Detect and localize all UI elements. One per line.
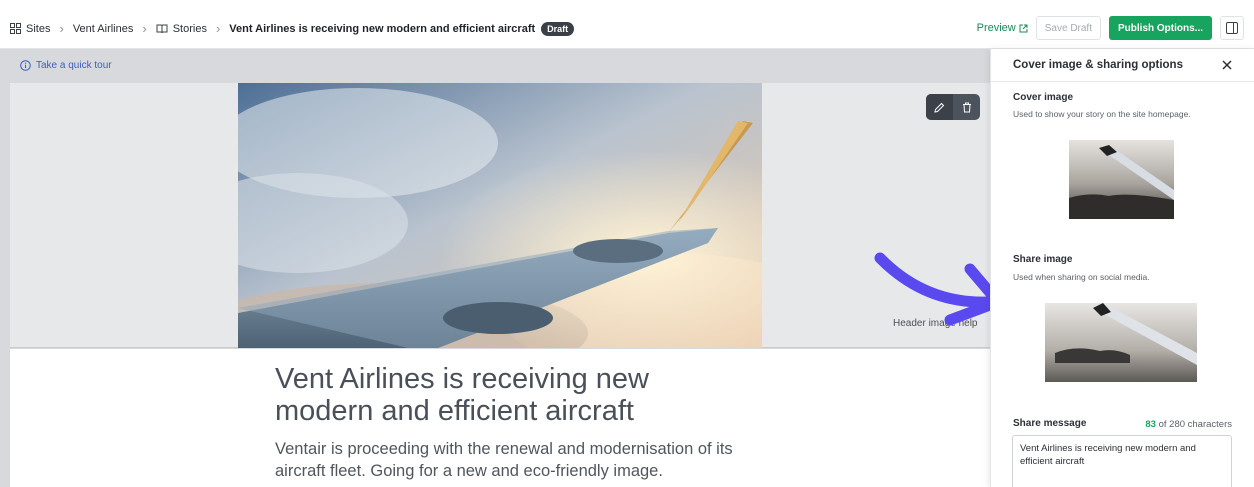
header-image-help-link[interactable]: Header image help [893, 318, 978, 329]
story-title[interactable]: Vent Airlines is receiving new modern an… [275, 363, 755, 427]
panel-title: Cover image & sharing options [1013, 59, 1183, 71]
delete-image-button[interactable] [953, 94, 980, 120]
save-draft-label: Save Draft [1044, 22, 1092, 34]
share-message-input[interactable]: Vent Airlines is receiving new modern an… [1012, 435, 1232, 487]
chevron-right-icon: › [142, 21, 147, 36]
chevron-right-icon: › [59, 21, 64, 36]
header-image[interactable] [238, 83, 762, 348]
cover-image-thumbnail[interactable] [1069, 140, 1174, 219]
breadcrumb-site[interactable]: Vent Airlines [73, 23, 134, 35]
grid-icon [10, 23, 21, 34]
toolbar: Preview Save Draft Publish Options... [977, 16, 1244, 40]
preview-link[interactable]: Preview [977, 22, 1028, 34]
character-count-limit: of 280 characters [1155, 419, 1232, 430]
book-icon [156, 24, 168, 33]
image-tools [926, 94, 980, 120]
preview-label: Preview [976, 22, 1016, 34]
close-icon [1222, 60, 1232, 70]
top-bar: Sites › Vent Airlines › Stories › Vent A… [0, 0, 1254, 49]
breadcrumb-current-story: Vent Airlines is receiving new modern an… [229, 22, 536, 35]
pencil-icon [934, 102, 945, 113]
story-subtitle[interactable]: Ventair is proceeding with the renewal a… [275, 438, 755, 482]
breadcrumb-stories-label: Stories [172, 22, 207, 35]
breadcrumb-stories[interactable]: Stories [156, 23, 207, 35]
story-body[interactable]: Vent Airlines is receiving new modern an… [10, 349, 990, 487]
character-count: 83 of 280 characters [1145, 419, 1232, 430]
close-panel-button[interactable] [1222, 60, 1232, 70]
cover-image-panel: Cover image & sharing options Cover imag… [990, 49, 1254, 487]
header-image-area[interactable]: Header image help [10, 83, 990, 348]
save-draft-button[interactable]: Save Draft [1035, 16, 1101, 40]
quick-tour-link[interactable]: Take a quick tour [20, 60, 112, 71]
quick-tour-label: Take a quick tour [36, 60, 112, 71]
character-count-used: 83 [1145, 419, 1156, 430]
breadcrumb-site-label: Vent Airlines [72, 22, 134, 35]
share-message-title: Share message [1013, 418, 1087, 429]
publish-options-button[interactable]: Publish Options... [1109, 16, 1212, 40]
toggle-panel-button[interactable] [1220, 16, 1244, 40]
cover-image-description: Used to show your story on the site home… [1013, 109, 1191, 119]
breadcrumb-sites[interactable]: Sites [10, 23, 50, 35]
share-image-thumbnail[interactable] [1045, 303, 1197, 382]
external-link-icon [1019, 24, 1028, 32]
panel-header: Cover image & sharing options [991, 49, 1254, 82]
sidebar-toggle-icon [1226, 22, 1238, 34]
publish-options-label: Publish Options... [1118, 22, 1203, 34]
cover-image-title: Cover image [1013, 92, 1074, 103]
trash-icon [962, 102, 971, 112]
share-image-title: Share image [1013, 254, 1073, 265]
edit-image-button[interactable] [926, 94, 953, 120]
status-badge: Draft [541, 21, 575, 36]
breadcrumb-sites-label: Sites [26, 22, 51, 35]
info-icon [20, 60, 31, 71]
story-editor: Take a quick tour Header image help Vent… [0, 49, 1004, 487]
share-image-description: Used when sharing on social media. [1013, 272, 1150, 282]
chevron-right-icon: › [215, 21, 221, 36]
